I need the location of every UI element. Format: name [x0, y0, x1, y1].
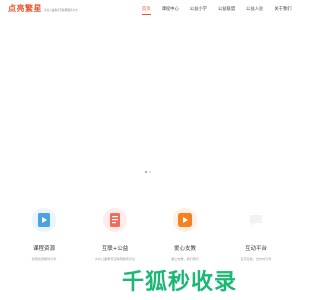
feature-title: 爱心支教 — [173, 246, 196, 252]
feature-interactive-platform[interactable]: 互动平台 互享互助，合作共分享 — [221, 208, 291, 261]
feature-title: 互动平台 — [244, 246, 267, 252]
logo-tagline: 农村儿童教育互联网服务平台 — [44, 9, 78, 12]
nav-item-alliance[interactable]: 公益联盟 — [218, 6, 235, 12]
document-list-icon — [103, 208, 127, 232]
play-square-icon-svg — [178, 213, 192, 227]
feature-course-resources[interactable]: 课程资源 优质资源随时分享 — [9, 208, 79, 261]
feature-title: 互联+公益 — [101, 246, 129, 252]
site-logo[interactable]: 点亮繁星 农村儿童教育互联网服务平台 — [8, 4, 78, 13]
logo-mark: 点亮繁星 — [8, 4, 42, 13]
feature-internet-charity[interactable]: 互联+公益 乡村儿童教育互联网服务平台 — [80, 208, 150, 261]
nav-item-courses[interactable]: 课程中心 — [162, 6, 179, 12]
chat-icon — [244, 208, 268, 232]
nav-item-schools[interactable]: 公益小学 — [190, 6, 207, 12]
nav-item-about[interactable]: 关于我们 — [274, 6, 291, 12]
document-list-icon-svg — [110, 213, 120, 227]
play-square-icon — [173, 208, 197, 232]
nav-item-join[interactable]: 公益入驻 — [246, 6, 263, 12]
play-card-icon-svg — [38, 213, 50, 227]
main-nav: 首页 课程中心 公益小学 公益联盟 公益入驻 关于我们 — [142, 6, 303, 15]
carousel-dot-1[interactable] — [145, 171, 148, 174]
feature-desc: 乡村儿童教育互联网服务平台 — [94, 257, 136, 261]
play-card-icon — [32, 208, 56, 232]
feature-title: 课程资源 — [32, 246, 55, 252]
nav-item-home[interactable]: 首页 — [142, 6, 151, 15]
feature-desc: 互享互助，合作共分享 — [240, 257, 272, 261]
site-header: 点亮繁星 农村儿童教育互联网服务平台 首页 课程中心 公益小学 公益联盟 公益入… — [0, 0, 300, 18]
feature-desc: 爱心支教，我们同行 — [171, 257, 199, 261]
feature-desc: 优质资源随时分享 — [31, 257, 57, 261]
carousel-dots — [145, 171, 153, 174]
chat-icon-svg — [250, 215, 262, 226]
watermark-text: 千狐秒收录 — [122, 270, 238, 295]
carousel-dot-2[interactable] — [149, 171, 152, 174]
hero-carousel[interactable] — [0, 18, 300, 180]
feature-volunteer-teaching[interactable]: 爱心支教 爱心支教，我们同行 — [150, 208, 220, 261]
